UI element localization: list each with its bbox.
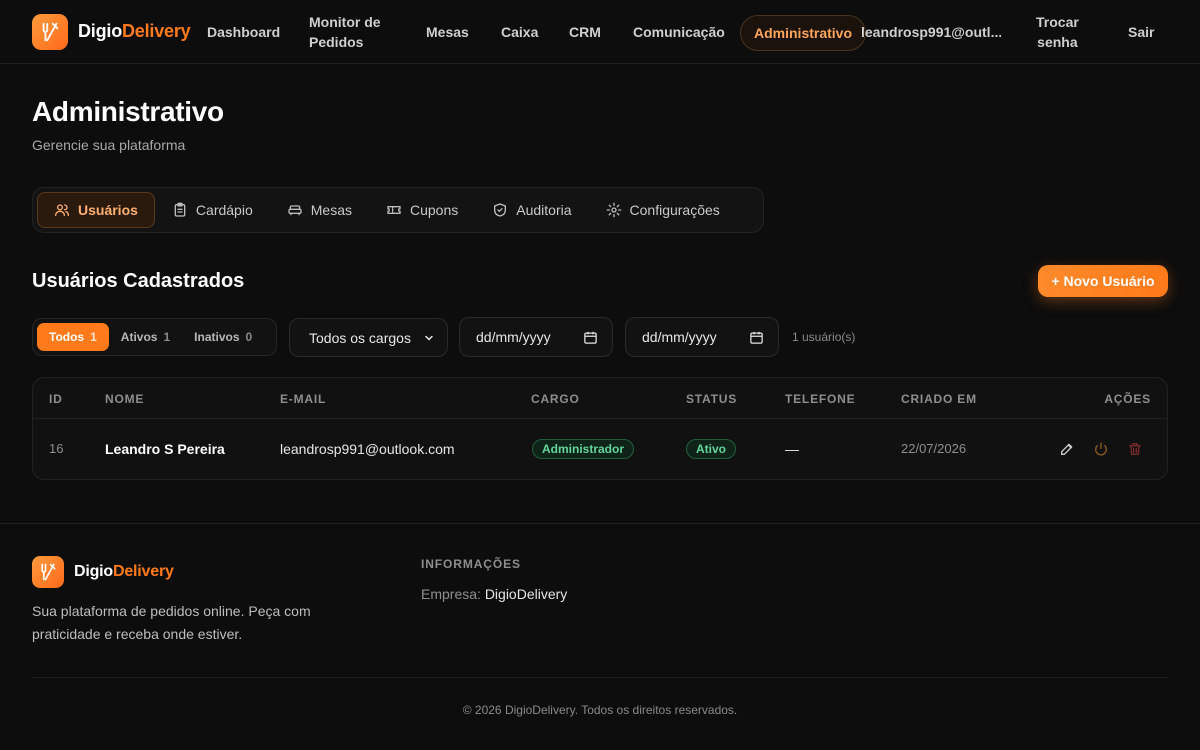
logo-icon[interactable] <box>32 13 68 50</box>
edit-icon[interactable] <box>1058 440 1076 458</box>
tab-auditoria[interactable]: Auditoria <box>475 192 588 228</box>
filter-ativos[interactable]: Ativos 1 <box>109 323 182 351</box>
calendar-icon[interactable] <box>583 330 598 345</box>
nav-crm[interactable]: CRM <box>569 22 601 42</box>
page-title: Administrativo <box>32 96 224 127</box>
change-password-button[interactable]: Trocar senha <box>1036 12 1079 52</box>
footer-divider-bottom <box>32 677 1168 678</box>
footer-company: Empresa: DigioDelivery <box>421 586 568 602</box>
col-status: STATUS <box>686 392 738 406</box>
admin-tabs: Usuários Cardápio Mesas Cupons Auditoria… <box>32 187 764 233</box>
tab-mesas[interactable]: Mesas <box>270 192 369 228</box>
col-acoes: AÇÕES <box>1104 392 1151 406</box>
cell-id: 16 <box>49 441 64 456</box>
footer-brand-name: DigioDelivery <box>74 563 174 580</box>
tab-configuracoes[interactable]: Configurações <box>589 192 737 228</box>
nav-caixa[interactable]: Caixa <box>501 22 538 42</box>
cell-created: 22/07/2026 <box>901 441 967 456</box>
chevron-down-icon <box>425 335 433 341</box>
status-filter: Todos 1 Ativos 1 Inativos 0 <box>32 318 277 356</box>
col-nome: NOME <box>105 392 145 406</box>
tab-usuarios[interactable]: Usuários <box>37 192 155 228</box>
tab-cardapio[interactable]: Cardápio <box>155 192 270 228</box>
status-badge: Ativo <box>686 439 736 459</box>
filter-inativos[interactable]: Inativos 0 <box>182 323 264 351</box>
date-from-input[interactable]: dd/mm/yyyy <box>459 317 613 357</box>
new-user-button[interactable]: + Novo Usuário <box>1038 265 1168 297</box>
sofa-icon <box>288 205 302 216</box>
cell-name: Leandro S Pereira <box>105 441 225 457</box>
copyright: © 2026 DigioDelivery. Todos os direitos … <box>462 703 738 717</box>
nav-monitor-pedidos[interactable]: Monitor de Pedidos <box>309 12 381 52</box>
nav-dashboard[interactable]: Dashboard <box>207 22 280 42</box>
nav-mesas[interactable]: Mesas <box>426 22 469 42</box>
ticket-icon <box>387 206 401 214</box>
top-navbar: DigioDelivery Dashboard Monitor de Pedido… <box>0 0 1200 64</box>
col-cargo: CARGO <box>531 392 580 406</box>
col-email: E-MAIL <box>280 392 327 406</box>
footer-info-title: INFORMAÇÕES <box>421 557 521 571</box>
shield-icon <box>494 203 507 217</box>
trash-icon[interactable] <box>1126 440 1144 458</box>
brand-name[interactable]: DigioDelivery <box>78 21 191 42</box>
col-telefone: TELEFONE <box>785 392 856 406</box>
calendar-icon[interactable] <box>749 330 764 345</box>
col-id: ID <box>49 392 63 406</box>
logo-icon <box>32 556 64 588</box>
users-table: ID NOME E-MAIL CARGO STATUS TELEFONE CRI… <box>32 377 1168 480</box>
users-icon <box>55 204 69 216</box>
filter-todos[interactable]: Todos 1 <box>37 323 109 351</box>
footer-divider <box>0 523 1200 524</box>
gear-icon <box>606 202 621 218</box>
table-row: 16 Leandro S Pereira leandrosp991@outloo… <box>33 419 1167 479</box>
tab-cupons[interactable]: Cupons <box>369 192 475 228</box>
table-header: ID NOME E-MAIL CARGO STATUS TELEFONE CRI… <box>33 378 1167 419</box>
nav-administrativo[interactable]: Administrativo <box>740 15 867 51</box>
footer-logo: DigioDelivery <box>32 556 174 588</box>
result-count: 1 usuário(s) <box>792 330 856 344</box>
role-select[interactable]: Todos os cargos <box>289 318 448 357</box>
clipboard-icon <box>174 202 186 217</box>
date-to-input[interactable]: dd/mm/yyyy <box>625 317 779 357</box>
footer-description: Sua plataforma de pedidos online. Peça c… <box>32 603 311 642</box>
section-title: Usuários Cadastrados <box>32 270 245 292</box>
logout-button[interactable]: Sair <box>1128 22 1154 42</box>
role-badge: Administrador <box>532 439 635 459</box>
nav-comunicacao[interactable]: Comunicação <box>633 22 725 42</box>
page-subtitle: Gerencie sua plataforma <box>32 137 186 153</box>
col-criado: CRIADO EM <box>901 392 977 406</box>
user-email: leandrosp991@outl... <box>861 24 1001 40</box>
cell-email: leandrosp991@outlook.com <box>280 441 455 457</box>
power-icon[interactable] <box>1092 440 1110 458</box>
cell-phone: — <box>785 441 799 457</box>
